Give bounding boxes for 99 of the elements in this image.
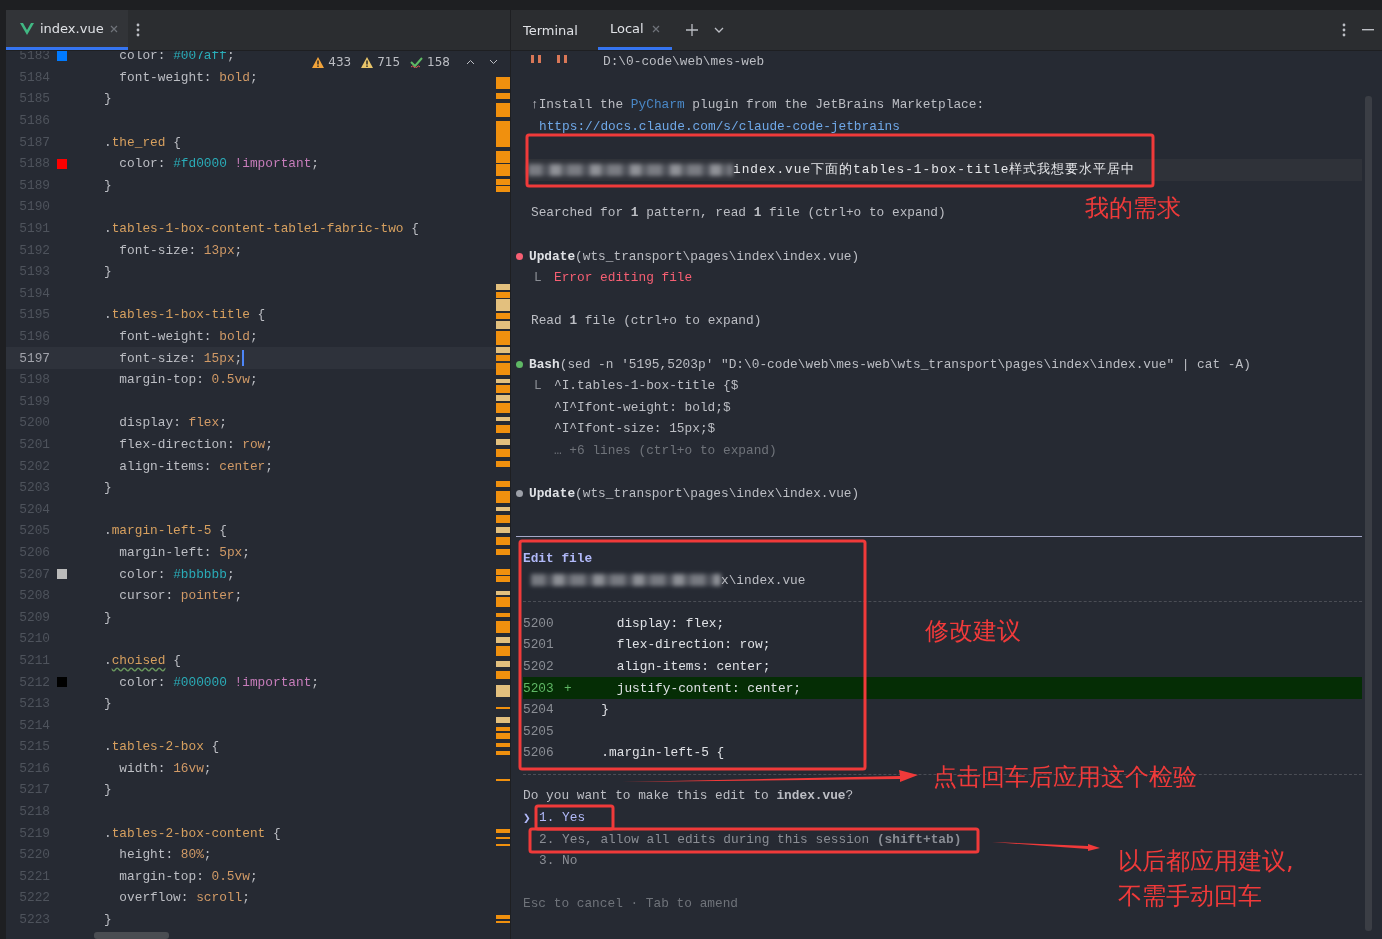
info-text: Read 1 file (ctrl+o to expand) [531,313,762,329]
code-line: cursor: pointer; [118,588,243,604]
chevron-down-icon[interactable] [713,27,724,33]
annotation-label: 点击回车后应用这个检验 [933,762,1197,792]
tool-call: Update(wts_transport\pages\index\index.vue) [529,486,860,502]
edit-title: Edit file [523,550,593,566]
line-number: 5200 [523,615,555,631]
code-line: color: #fd0000 !important; [118,156,320,172]
code-line: } [104,264,112,280]
code-line: .margin-left-5 { [600,745,725,761]
code-line: color: #bbbbbb; [118,566,235,582]
line-number: 5201 [523,637,555,653]
code-line: overflow: scroll; [118,890,250,906]
inspection-count: 158 [427,55,450,69]
menu-option[interactable]: 3. No [539,853,578,869]
install-message: ↑Install the PyCharm plugin from the JetBrains Marketplace: [531,97,985,113]
code-line: justify-content: center; [615,680,802,696]
plugin-link[interactable]: PyCharm [630,97,685,113]
annotation-label: 不需手动回车 [1118,881,1262,911]
annotation-label: 我的需求 [1085,193,1181,223]
menu-option[interactable]: 1. Yes [539,810,586,826]
code-line: } [104,912,112,928]
annotation-label: 以后都应用建议, [1118,846,1294,876]
code-line: } [104,480,112,496]
code-line: color: #007aff; [118,51,235,64]
question-text: Do you want to make this edit to index.vue? [523,788,854,804]
close-icon[interactable] [651,24,660,33]
close-icon[interactable] [109,24,118,33]
path-text: D:\0-code\web\mes-web [603,54,765,70]
file-tab[interactable]: index.vue [6,10,128,50]
output-text: … +6 lines (ctrl+o to expand) [554,443,777,458]
code-line: } [104,696,112,712]
code-line: } [600,702,610,718]
minimize-icon[interactable] [1362,29,1374,31]
selection-pointer: ❯ [523,810,531,826]
warning-icon[interactable] [361,56,374,68]
panel-title: Terminal [523,22,578,38]
code-line: align-items: center; [118,458,273,474]
code-line: .choised { [104,652,181,668]
hint-text: Esc to cancel · Tab to amend [523,896,739,912]
code-line: margin-top: 0.5vw; [118,372,258,388]
line-number: 5197 [18,350,50,366]
code-line: align-items: center; [615,658,771,674]
code-line: font-weight: bold; [118,329,258,344]
code-line: } [104,91,112,107]
terminal-tab[interactable]: Local [597,10,672,50]
code-line: .tables-2-box-content { [104,825,281,841]
file-path: x\index.vue [721,572,806,588]
code-line: .the_red { [104,134,181,150]
code-line: .tables-2-box { [104,739,220,755]
code-line: color: #000000 !important; [118,674,320,690]
result-text: Error editing file [554,270,693,286]
code-line: flex-direction: row; [118,437,273,452]
code-line: width: 16vw; [118,760,212,776]
block-icon [531,55,567,63]
code-line: font-weight: bold; [118,69,258,85]
code-line: margin-top: 0.5vw; [118,868,258,884]
output-text: ^I^Ifont-weight: bold;$ [554,399,731,415]
result-text: ^I.tables-1-box-title {$ [554,378,739,394]
info-text: Searched for 1 pattern, read 1 file (ctrl+o to expand) [531,205,946,221]
tool-call: Update(wts_transport\pages\index\index.vue) [529,248,860,264]
inspection-count: 715 [377,55,401,69]
code-line: display: flex; [615,615,725,631]
line-number: 5204 [523,702,555,718]
code-line: height: 80%; [118,847,212,863]
line-number: 5202 [523,658,555,674]
vue-icon [20,22,34,35]
annotation-label: 修改建议 [925,616,1021,646]
more-icon[interactable] [1342,23,1346,37]
branch-glyph: L [534,378,543,394]
code-line: .tables-1-box-title { [104,307,266,323]
line-number: 5206 [523,745,555,761]
code-line: flex-direction: row; [615,637,771,653]
chevron-up-icon[interactable] [466,59,475,65]
diff-marker: + [564,680,572,696]
plus-icon[interactable] [685,24,698,36]
check-icon[interactable] [410,56,424,68]
tool-call: Bash(sed -n '5195,5203p' "D:\0-code\web\mes-web\wts_transport\pages\index\index.vue" | cat -A) [529,356,1251,372]
code-line: font-size: 15px; [118,350,243,366]
output-text: ^I^Ifont-size: 15px;$ [554,421,716,437]
code-line: .tables-1-box-content-table1-fabric-two { [104,221,419,237]
code-line: } [104,177,112,193]
prompt-text: index.vue下面的tables-1-box-title样式我想要水平居中 [733,161,1136,179]
menu-option[interactable]: 2. Yes, allow all edits during this session (shift+tab) [539,831,962,847]
more-icon[interactable] [135,23,140,37]
code-line: } [104,782,112,798]
inspection-count: 433 [328,55,352,69]
line-number: 5203 [523,680,555,696]
code-line: .margin-left-5 { [104,523,227,539]
chevron-down-icon[interactable] [489,59,498,65]
warning-icon[interactable] [312,56,325,68]
code-line: } [104,609,112,625]
line-number: 5205 [523,723,555,739]
code-line: font-size: 13px; [118,242,243,258]
code-line: display: flex; [118,415,227,431]
docs-link[interactable]: https://docs.claude.com/s/claude-code-jetbrains [539,119,900,135]
branch-glyph: L [534,270,543,286]
scrollbar[interactable] [94,932,169,939]
code-line: margin-left: 5px; [118,544,250,560]
